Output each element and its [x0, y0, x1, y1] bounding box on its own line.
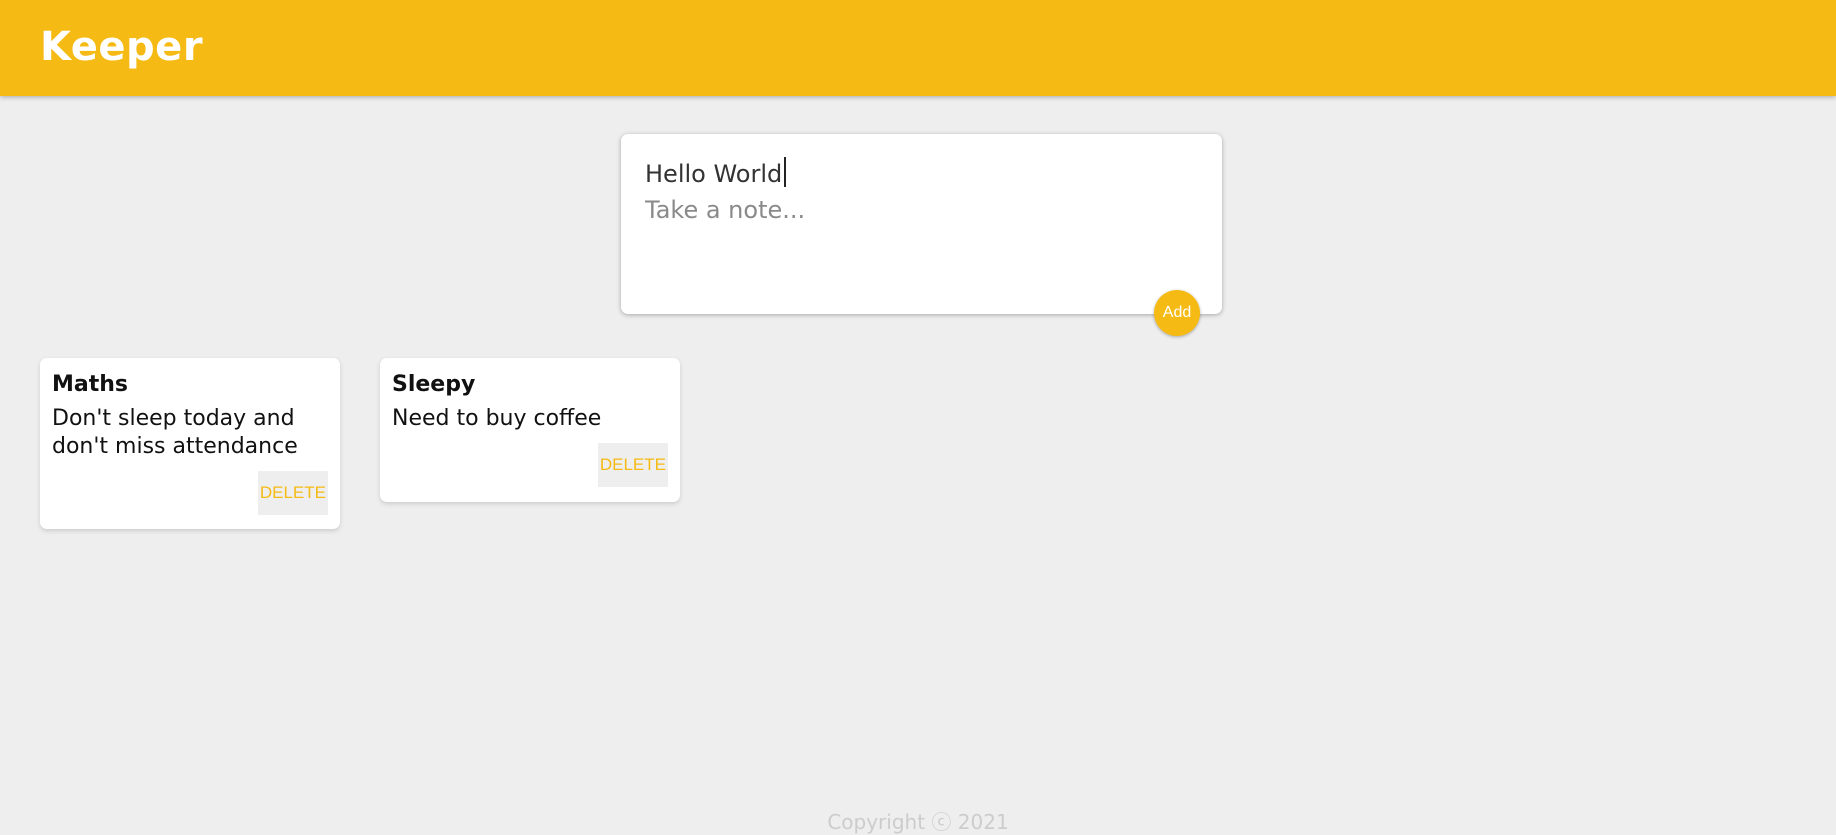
- delete-button[interactable]: DELETE: [597, 443, 668, 487]
- create-note-form: [621, 134, 1222, 314]
- note-content: Need to buy coffee: [392, 406, 602, 431]
- copyright-footer: Copyright ⓒ 2021: [827, 810, 1009, 834]
- add-note-button[interactable]: Add: [1154, 290, 1200, 336]
- note-card: Maths Don't sleep today and don't miss a…: [40, 358, 340, 529]
- note-title: Maths: [52, 372, 129, 397]
- app-header: Keeper: [0, 0, 1836, 96]
- note-content-input[interactable]: [645, 196, 1195, 286]
- note-content: Don't sleep today and don't miss attenda…: [52, 406, 302, 459]
- note-title-input[interactable]: [645, 156, 1195, 192]
- delete-button[interactable]: DELETE: [257, 471, 328, 515]
- note-title: Sleepy: [392, 372, 476, 397]
- app-logo: Keeper: [40, 24, 204, 70]
- text-caret: [784, 157, 786, 187]
- note-card: Sleepy Need to buy coffee DELETE: [380, 358, 680, 502]
